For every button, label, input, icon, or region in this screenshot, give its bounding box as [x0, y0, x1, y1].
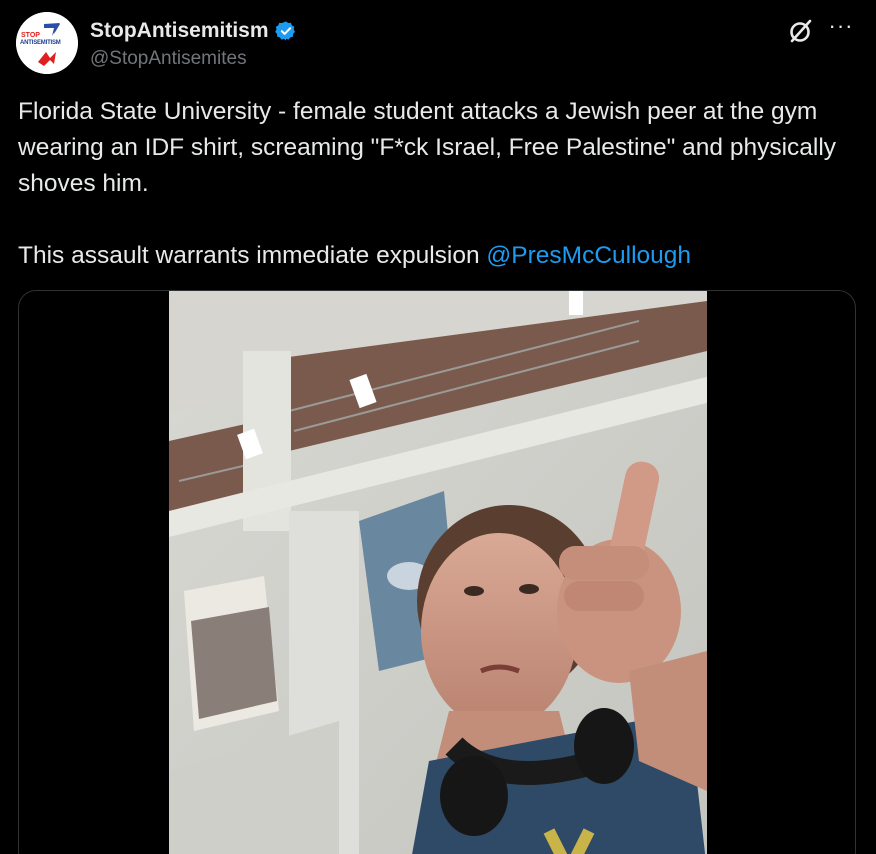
tweet-header: STOP ANTISEMITISM StopAntisemitism @Stop… — [16, 12, 860, 76]
tweet-text-body: Florida State University - female studen… — [18, 98, 843, 197]
tweet-text-closing: This assault warrants immediate expulsio… — [18, 242, 487, 269]
video-frame — [169, 291, 707, 854]
verified-badge-icon[interactable] — [274, 20, 297, 42]
display-name[interactable]: StopAntisemitism — [90, 19, 269, 43]
display-name-row: StopAntisemitism — [90, 16, 297, 46]
avatar-text-mid: ANTISEMITISM — [20, 40, 61, 46]
video-player[interactable] — [169, 291, 707, 854]
author-names: StopAntisemitism @StopAntisemites — [90, 16, 297, 70]
more-options-button[interactable]: ··· — [826, 14, 856, 44]
mention-link[interactable]: @PresMcCullough — [486, 242, 691, 269]
author-handle[interactable]: @StopAntisemites — [90, 48, 297, 70]
avatar[interactable]: STOP ANTISEMITISM — [16, 12, 78, 74]
video-media-card[interactable] — [18, 290, 856, 854]
tweet-text: Florida State University - female studen… — [18, 94, 848, 274]
grok-icon[interactable] — [786, 16, 816, 46]
avatar-text-top: STOP — [21, 32, 40, 39]
